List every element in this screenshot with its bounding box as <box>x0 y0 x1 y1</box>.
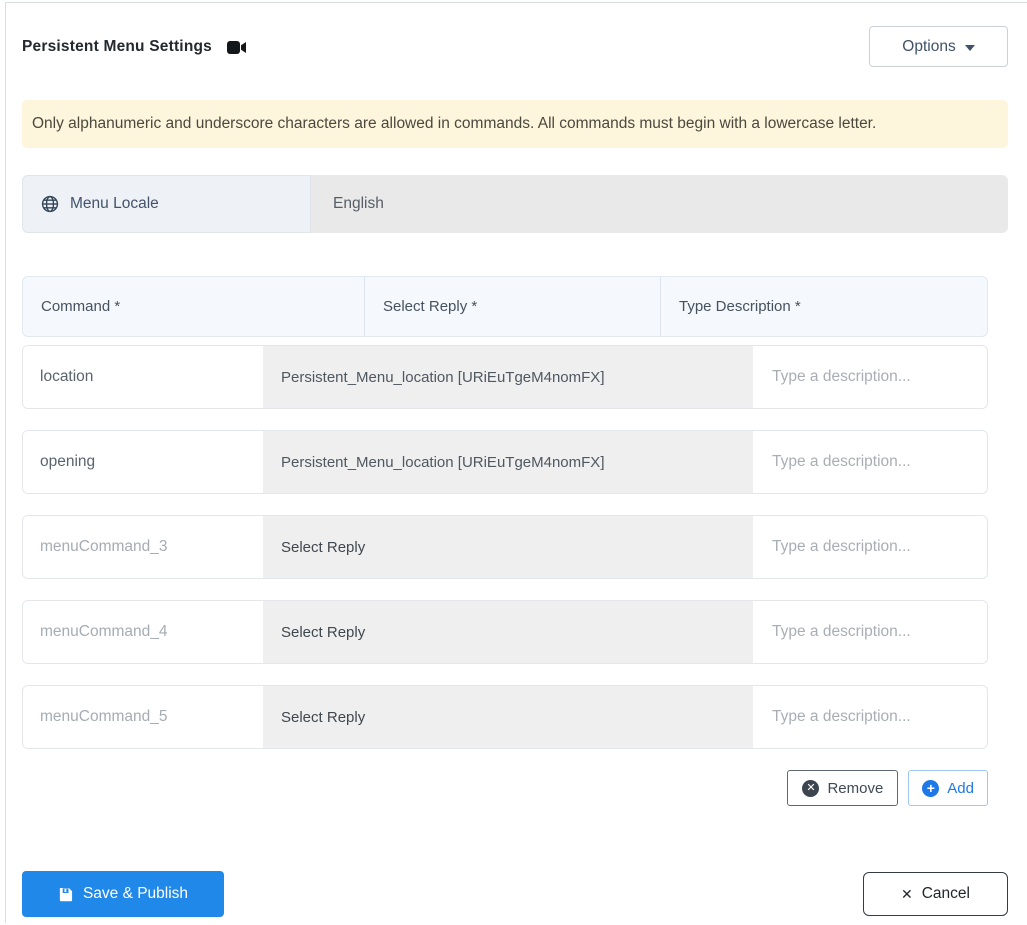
column-header-type-description: Type Description * <box>660 277 987 336</box>
command-input[interactable] <box>23 346 263 408</box>
reply-select-value: Select Reply <box>281 623 366 641</box>
menu-locale-group: Menu Locale English <box>22 175 1008 233</box>
save-publish-button[interactable]: Save & Publish <box>22 871 224 917</box>
remove-button[interactable]: ✕ Remove <box>787 770 899 806</box>
globe-icon <box>41 195 59 213</box>
description-cell <box>753 431 987 493</box>
remove-circle-icon: ✕ <box>802 779 820 797</box>
command-cell <box>23 346 263 408</box>
column-header-select-reply: Select Reply * <box>364 277 660 336</box>
menu-locale-label-text: Menu Locale <box>70 195 159 212</box>
persistent-menu-settings-panel: Persistent Menu Settings Options Only al… <box>5 2 1027 923</box>
save-icon <box>58 887 73 902</box>
footer-bar: Save & Publish ✕ Cancel <box>22 871 1008 917</box>
command-input[interactable] <box>23 431 263 493</box>
description-input[interactable] <box>753 431 987 493</box>
remove-button-label: Remove <box>827 779 884 797</box>
table-row: Select Reply <box>22 515 988 579</box>
alert-banner: Only alphanumeric and underscore charact… <box>22 100 1008 148</box>
description-input[interactable] <box>753 686 987 748</box>
row-actions: ✕ Remove + Add <box>22 770 988 806</box>
menu-locale-label: Menu Locale <box>22 175 311 233</box>
command-input[interactable] <box>23 516 263 578</box>
reply-select[interactable]: Persistent_Menu_location [URiEuTgeM4nomF… <box>263 431 753 493</box>
command-cell <box>23 516 263 578</box>
reply-select-value: Select Reply <box>281 708 366 726</box>
description-cell <box>753 516 987 578</box>
cancel-x-icon: ✕ <box>901 885 913 902</box>
add-button[interactable]: + Add <box>908 770 988 806</box>
caret-down-icon <box>964 44 975 51</box>
reply-select-value: Select Reply <box>281 538 366 556</box>
description-input[interactable] <box>753 516 987 578</box>
reply-select[interactable]: Persistent_Menu_location [URiEuTgeM4nomF… <box>263 346 753 408</box>
page-title: Persistent Menu Settings <box>22 37 212 55</box>
description-cell <box>753 346 987 408</box>
reply-select-value: Persistent_Menu_location [URiEuTgeM4nomF… <box>281 368 605 386</box>
save-publish-label: Save & Publish <box>82 885 189 902</box>
commands-table: Command * Select Reply * Type Descriptio… <box>22 276 1008 806</box>
reply-select[interactable]: Select Reply <box>263 601 753 663</box>
column-header-command: Command * <box>41 298 121 315</box>
add-circle-icon: + <box>922 779 940 797</box>
menu-locale-value-text: English <box>333 195 384 212</box>
reply-select[interactable]: Select Reply <box>263 516 753 578</box>
table-row: Select Reply <box>22 600 988 664</box>
menu-locale-value[interactable]: English <box>311 175 1008 233</box>
table-row: Persistent_Menu_location [URiEuTgeM4nomF… <box>22 345 988 409</box>
command-cell <box>23 431 263 493</box>
table-row: Select Reply <box>22 685 988 749</box>
command-input[interactable] <box>23 601 263 663</box>
command-cell <box>23 686 263 748</box>
table-header-row: Command * Select Reply * Type Descriptio… <box>22 276 988 337</box>
add-button-label: Add <box>947 779 974 797</box>
description-input[interactable] <box>753 601 987 663</box>
header-bar: Persistent Menu Settings Options <box>22 26 1008 67</box>
command-cell <box>23 601 263 663</box>
options-button[interactable]: Options <box>869 26 1008 67</box>
table-row: Persistent_Menu_location [URiEuTgeM4nomF… <box>22 430 988 494</box>
options-button-label: Options <box>902 37 956 55</box>
reply-select-value: Persistent_Menu_location [URiEuTgeM4nomF… <box>281 453 605 471</box>
cancel-button[interactable]: ✕ Cancel <box>863 872 1008 916</box>
description-cell <box>753 601 987 663</box>
alert-text: Only alphanumeric and underscore charact… <box>32 115 877 132</box>
reply-select[interactable]: Select Reply <box>263 686 753 748</box>
cancel-button-label: Cancel <box>921 885 970 902</box>
description-input[interactable] <box>753 346 987 408</box>
video-camera-icon <box>226 40 247 55</box>
description-cell <box>753 686 987 748</box>
title-group: Persistent Menu Settings <box>22 38 247 56</box>
command-input[interactable] <box>23 686 263 748</box>
